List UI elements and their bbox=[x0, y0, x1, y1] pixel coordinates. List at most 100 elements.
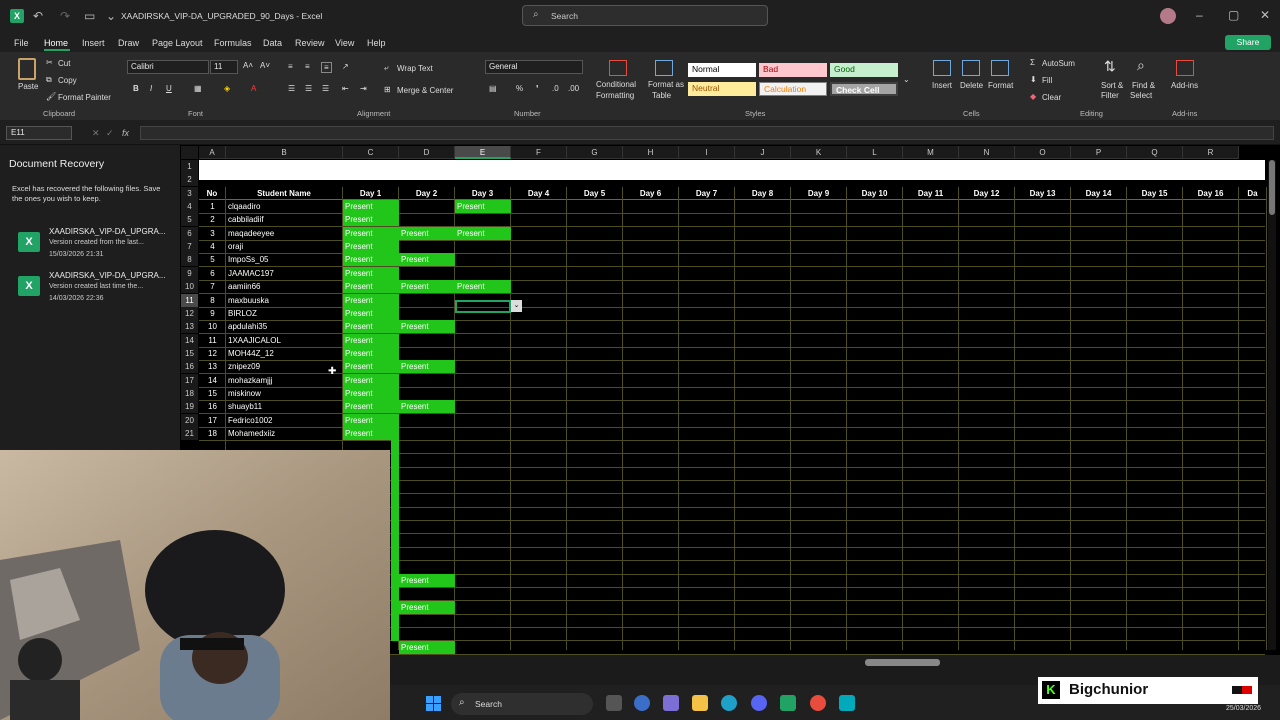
vertical-scrollbar[interactable] bbox=[1268, 160, 1276, 650]
share-button[interactable]: Share bbox=[1225, 35, 1271, 50]
tab-home[interactable]: Home bbox=[44, 38, 68, 48]
tab-page-layout[interactable]: Page Layout bbox=[152, 38, 203, 48]
wrap-text-button[interactable]: Wrap Text bbox=[397, 64, 433, 73]
orientation-icon[interactable]: ↗ bbox=[342, 62, 349, 71]
delete-cells-button[interactable]: Delete bbox=[960, 81, 983, 90]
align-left-icon[interactable]: ☰ bbox=[288, 84, 295, 93]
horizontal-scroll-thumb[interactable] bbox=[865, 659, 940, 666]
row-header-2[interactable]: 2 bbox=[181, 173, 198, 187]
active-cell[interactable] bbox=[455, 300, 511, 313]
present-cell[interactable]: Present bbox=[399, 640, 455, 654]
present-cell-partial[interactable] bbox=[391, 613, 399, 628]
format-as-table-button[interactable]: Format as bbox=[648, 80, 684, 89]
column-header-c[interactable]: C bbox=[343, 146, 399, 159]
present-cell[interactable]: Present bbox=[399, 226, 455, 240]
bold-icon[interactable]: B bbox=[133, 84, 139, 93]
file-explorer-icon[interactable] bbox=[692, 695, 708, 711]
tab-draw[interactable]: Draw bbox=[118, 38, 139, 48]
decrease-indent-icon[interactable]: ⇤ bbox=[342, 84, 349, 93]
present-cell-partial[interactable] bbox=[391, 520, 399, 535]
fill-color-icon[interactable]: ◈ bbox=[224, 84, 230, 93]
style-check-cell[interactable]: Check Cell bbox=[830, 82, 898, 96]
style-calculation[interactable]: Calculation bbox=[759, 82, 827, 96]
tab-formulas[interactable]: Formulas bbox=[214, 38, 252, 48]
present-cell[interactable]: Present bbox=[343, 200, 399, 214]
present-cell[interactable]: Present bbox=[343, 386, 399, 400]
row-header-8[interactable]: 8 bbox=[181, 253, 198, 267]
font-color-icon[interactable]: A bbox=[251, 84, 256, 93]
present-cell-partial[interactable] bbox=[391, 547, 399, 562]
tab-view[interactable]: View bbox=[335, 38, 354, 48]
column-header-a[interactable]: A bbox=[199, 146, 226, 159]
number-format-select[interactable]: General bbox=[485, 60, 583, 74]
present-cell[interactable]: Present bbox=[343, 280, 399, 294]
style-normal[interactable]: Normal bbox=[688, 63, 756, 77]
sort-filter-button[interactable]: Sort & bbox=[1101, 81, 1123, 90]
present-cell[interactable]: Present bbox=[343, 213, 399, 227]
present-cell[interactable]: Present bbox=[399, 320, 455, 334]
autosum-button[interactable]: AutoSum bbox=[1042, 59, 1075, 68]
underline-icon[interactable]: U bbox=[166, 84, 172, 93]
excel-taskbar-icon[interactable] bbox=[780, 695, 796, 711]
enter-icon[interactable]: ✓ bbox=[106, 128, 114, 139]
tab-file[interactable]: File bbox=[14, 38, 29, 48]
row-header-13[interactable]: 13 bbox=[181, 320, 198, 334]
formula-input[interactable] bbox=[140, 126, 1274, 140]
insert-function-icon[interactable]: fx bbox=[122, 128, 129, 138]
present-cell[interactable]: Present bbox=[343, 293, 399, 307]
customize-icon[interactable]: ⌄ bbox=[106, 9, 116, 23]
column-header-l[interactable]: L bbox=[847, 146, 903, 159]
column-header-b[interactable]: B bbox=[226, 146, 343, 159]
present-cell-partial[interactable] bbox=[391, 493, 399, 508]
row-header-7[interactable]: 7 bbox=[181, 240, 198, 254]
present-cell-partial[interactable] bbox=[391, 507, 399, 522]
grow-font-icon[interactable]: A˄ bbox=[243, 61, 253, 70]
column-header-h[interactable]: H bbox=[623, 146, 679, 159]
comma-icon[interactable]: ❜ bbox=[536, 84, 539, 93]
folder-icon[interactable]: ▭ bbox=[84, 9, 95, 23]
increase-decimal-icon[interactable]: .0 bbox=[552, 84, 559, 93]
add-ins-button[interactable]: Add-ins bbox=[1171, 81, 1198, 90]
present-cell[interactable]: Present bbox=[399, 573, 455, 587]
present-cell[interactable]: Present bbox=[399, 400, 455, 414]
row-header-11[interactable]: 11 bbox=[181, 293, 198, 307]
column-header-k[interactable]: K bbox=[791, 146, 847, 159]
merge-center-button[interactable]: Merge & Center bbox=[397, 86, 453, 95]
column-header-r[interactable]: R bbox=[1183, 146, 1239, 159]
style-good[interactable]: Good bbox=[830, 63, 898, 77]
present-cell-partial[interactable] bbox=[391, 533, 399, 548]
capcut-icon[interactable] bbox=[839, 695, 855, 711]
tab-help[interactable]: Help bbox=[367, 38, 386, 48]
present-cell[interactable]: Present bbox=[343, 360, 399, 374]
present-cell[interactable]: Present bbox=[343, 346, 399, 360]
style-neutral[interactable]: Neutral bbox=[688, 82, 756, 96]
column-header-d[interactable]: D bbox=[399, 146, 455, 159]
format-cells-button[interactable]: Format bbox=[988, 81, 1013, 90]
column-header-j[interactable]: J bbox=[735, 146, 791, 159]
row-header-15[interactable]: 15 bbox=[181, 346, 198, 360]
percent-icon[interactable]: % bbox=[516, 84, 523, 93]
font-name-select[interactable]: Calibri bbox=[127, 60, 209, 74]
present-cell[interactable]: Present bbox=[399, 360, 455, 374]
edge-icon[interactable] bbox=[721, 695, 737, 711]
tab-insert[interactable]: Insert bbox=[82, 38, 105, 48]
present-cell[interactable]: Present bbox=[343, 320, 399, 334]
row-header-14[interactable]: 14 bbox=[181, 333, 198, 347]
font-size-select[interactable]: 11 bbox=[210, 60, 238, 74]
align-middle-icon[interactable]: ≡ bbox=[305, 62, 310, 71]
row-header-19[interactable]: 19 bbox=[181, 400, 198, 414]
column-header-m[interactable]: M bbox=[903, 146, 959, 159]
chrome-icon[interactable] bbox=[810, 695, 826, 711]
present-cell[interactable]: Present bbox=[455, 226, 511, 240]
recovery-file-2[interactable]: X XAADIRSKA_VIP-DA_UPGRA... Version crea… bbox=[10, 268, 178, 308]
close-icon[interactable]: ✕ bbox=[1260, 8, 1270, 22]
vertical-scroll-thumb[interactable] bbox=[1269, 160, 1275, 215]
column-header-n[interactable]: N bbox=[959, 146, 1015, 159]
present-cell[interactable]: Present bbox=[399, 280, 455, 294]
present-cell[interactable]: Present bbox=[343, 253, 399, 267]
format-painter-button[interactable]: Format Painter bbox=[58, 93, 111, 102]
task-view-icon[interactable] bbox=[606, 695, 622, 711]
increase-indent-icon[interactable]: ⇥ bbox=[360, 84, 367, 93]
discord-icon[interactable] bbox=[751, 695, 767, 711]
styles-more-icon[interactable]: ⌄ bbox=[903, 75, 910, 84]
